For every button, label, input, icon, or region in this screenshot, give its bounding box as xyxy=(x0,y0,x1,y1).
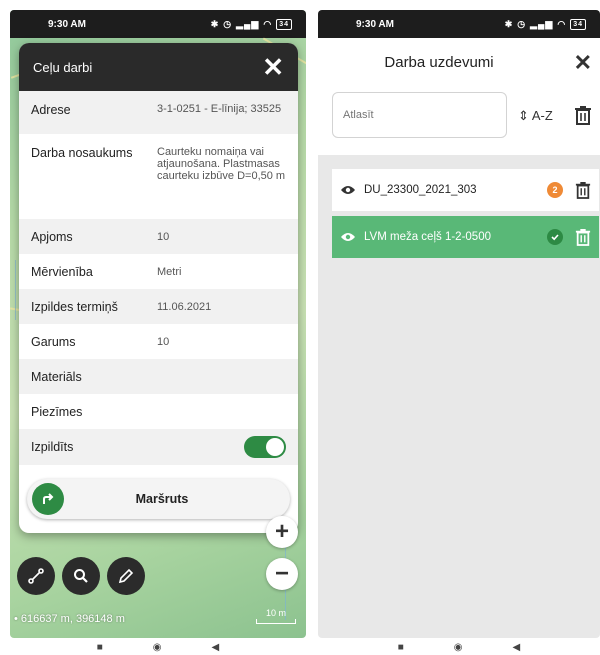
status-bar: 9:30 AM ✱ ◷ ▂▄▆ ◠ 34 xyxy=(318,10,600,38)
back-icon[interactable]: ◀ xyxy=(212,642,220,653)
status-time: 9:30 AM xyxy=(48,18,86,30)
search-button[interactable] xyxy=(62,557,100,595)
task-name: LVM meža ceļš 1-2-0500 xyxy=(364,231,491,243)
row-value: Caurteku nomaiņa vai atjaunošana. Plastm… xyxy=(157,146,286,182)
modal-header: Ceļu darbi ✕ xyxy=(19,43,298,91)
map-screen: 9:30 AM ✱ ◷ ▂▄▆ ◠ 34 Ceļu darbi ✕ Adrese… xyxy=(10,10,306,638)
task-item-completed[interactable]: LVM meža ceļš 1-2-0500 xyxy=(332,216,599,258)
route-arrow-icon xyxy=(32,483,64,515)
close-icon[interactable]: ✕ xyxy=(574,50,592,76)
detail-row-work-name: Darba nosaukums Caurteku nomaiņa vai atj… xyxy=(19,134,298,219)
recents-icon[interactable]: ■ xyxy=(97,642,103,653)
row-value: 3-1-0251 - E-līnija; 33525 xyxy=(157,103,282,115)
nav-bar: ■ ◉ ◀ xyxy=(318,639,600,655)
signal-icon: ▂▄▆ xyxy=(236,18,260,29)
sort-label: A-Z xyxy=(531,108,553,123)
route-button[interactable]: Maršruts xyxy=(27,479,290,519)
row-value: Metri xyxy=(157,265,182,278)
scale-bar: 10 m xyxy=(256,608,296,624)
status-bar: 9:30 AM ✱ ◷ ▂▄▆ ◠ 34 xyxy=(10,10,306,38)
bluetooth-icon: ✱ xyxy=(504,18,514,29)
battery-icon: 34 xyxy=(570,18,586,30)
modal-title: Ceļu darbi xyxy=(33,59,93,75)
row-value: 10 xyxy=(157,230,170,243)
alarm-icon: ◷ xyxy=(517,18,527,29)
close-icon[interactable]: ✕ xyxy=(262,54,284,80)
task-list-header: Darba uzdevumi ✕ ⇕ A-Z xyxy=(318,38,600,155)
page-title: Darba uzdevumi xyxy=(384,54,494,71)
measure-button[interactable] xyxy=(17,557,55,595)
delete-all-button[interactable] xyxy=(574,105,592,130)
nav-bar: ■ ◉ ◀ xyxy=(10,639,306,655)
alarm-icon: ◷ xyxy=(223,18,233,29)
detail-row-length: Garums 10 xyxy=(19,324,298,359)
map-waterline xyxy=(15,260,16,320)
detail-row-notes: Piezīmes xyxy=(19,394,298,429)
zoom-in-button[interactable]: + xyxy=(266,516,298,548)
task-name: DU_23300_2021_303 xyxy=(364,184,477,196)
task-count-badge: 2 xyxy=(547,182,563,198)
task-item[interactable]: DU_23300_2021_303 2 xyxy=(332,169,599,211)
detail-row-material: Materiāls xyxy=(19,359,298,394)
coordinates-readout: • 616637 m, 396148 m xyxy=(14,613,125,625)
row-label: Materiāls xyxy=(31,369,82,384)
signal-icon: ▂▄▆ xyxy=(530,18,554,29)
status-icons: ✱ ◷ ▂▄▆ ◠ 34 xyxy=(210,18,292,30)
measure-icon xyxy=(28,568,44,584)
status-icons: ✱ ◷ ▂▄▆ ◠ 34 xyxy=(504,18,586,30)
bluetooth-icon: ✱ xyxy=(210,18,220,29)
status-time: 9:30 AM xyxy=(356,18,394,30)
eye-icon[interactable] xyxy=(340,184,356,196)
pencil-icon xyxy=(118,568,134,584)
route-label: Maršruts xyxy=(135,492,189,506)
row-label: Mērvienība xyxy=(31,264,93,279)
road-work-detail-modal: Ceļu darbi ✕ Adrese 3-1-0251 - E-līnija;… xyxy=(19,43,298,533)
battery-icon: 34 xyxy=(276,18,292,30)
recents-icon[interactable]: ■ xyxy=(398,642,404,653)
row-label: Adrese xyxy=(31,103,71,117)
row-label: Izpildīts xyxy=(31,440,74,454)
scale-label: 10 m xyxy=(265,608,286,618)
zoom-out-button[interactable]: − xyxy=(266,558,298,590)
search-icon xyxy=(74,569,88,583)
row-label: Piezīmes xyxy=(31,404,83,419)
trash-icon xyxy=(575,106,591,125)
row-value: 11.06.2021 xyxy=(157,300,212,313)
task-list-screen: 9:30 AM ✱ ◷ ▂▄▆ ◠ 34 Darba uzdevumi ✕ ⇕ … xyxy=(318,10,600,638)
back-icon[interactable]: ◀ xyxy=(513,642,521,653)
row-label: Izpildes termiņš xyxy=(31,299,118,314)
sort-button[interactable]: ⇕ A-Z xyxy=(518,108,553,124)
row-value: 10 xyxy=(157,335,170,348)
search-input[interactable] xyxy=(332,92,507,138)
detail-row-volume: Apjoms 10 xyxy=(19,219,298,254)
row-label: Garums xyxy=(31,334,76,349)
sort-arrows-icon: ⇕ xyxy=(518,108,529,123)
detail-row-completed: Izpildīts xyxy=(19,429,298,465)
detail-row-unit: Mērvienība Metri xyxy=(19,254,298,289)
home-icon[interactable]: ◉ xyxy=(454,642,463,653)
home-icon[interactable]: ◉ xyxy=(153,642,162,653)
detail-row-address: Adrese 3-1-0251 - E-līnija; 33525 xyxy=(19,91,298,134)
row-label: Darba nosaukums xyxy=(31,146,133,160)
wifi-icon: ◠ xyxy=(557,18,567,29)
row-label: Apjoms xyxy=(31,229,73,244)
toggle-knob xyxy=(266,438,284,456)
detail-row-deadline: Izpildes termiņš 11.06.2021 xyxy=(19,289,298,324)
eye-icon[interactable] xyxy=(340,231,356,243)
trash-icon[interactable] xyxy=(575,181,591,199)
completed-toggle[interactable] xyxy=(244,436,286,458)
wifi-icon: ◠ xyxy=(263,18,273,29)
edit-button[interactable] xyxy=(107,557,145,595)
trash-icon[interactable] xyxy=(575,228,591,246)
check-icon xyxy=(547,229,563,245)
